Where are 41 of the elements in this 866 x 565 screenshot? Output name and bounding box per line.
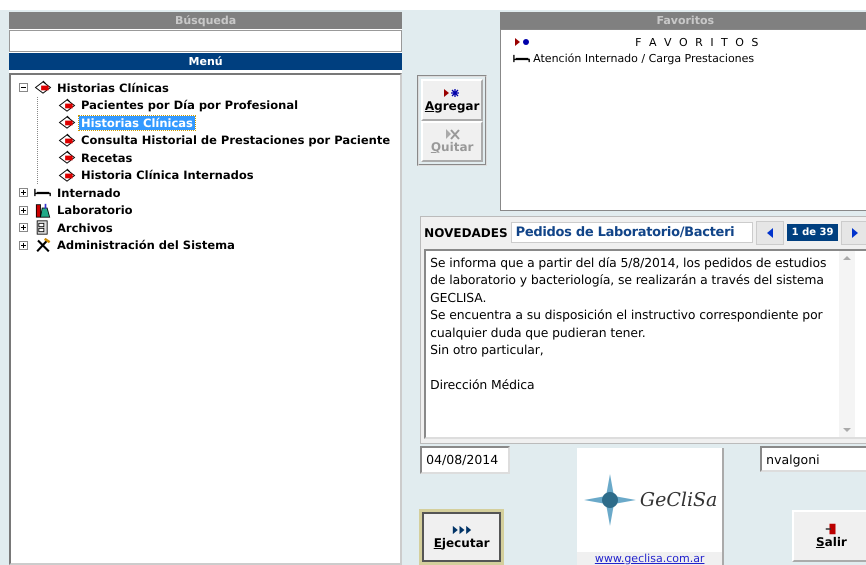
- menu-item[interactable]: Archivos: [55, 220, 115, 235]
- news-text: Sin otro particular,: [430, 341, 545, 359]
- news-text: Se encuentra a su disposición el instructivo correspondiente por cualquier duda que pudieran tener.: [430, 306, 824, 342]
- menu-item[interactable]: Administración del Sistema: [55, 238, 237, 252]
- tools-icon: [34, 238, 52, 253]
- news-title: Pedidos de Laboratorio/Bacteri: [510, 222, 753, 244]
- website-link[interactable]: www.geclisa.com.ar: [577, 552, 722, 565]
- favorites-root[interactable]: F A V O R I T O S: [635, 36, 760, 48]
- menu-item[interactable]: Laboratorio: [55, 203, 135, 218]
- next-button[interactable]: [841, 220, 866, 245]
- previous-button[interactable]: [756, 220, 784, 245]
- expand-icon[interactable]: [19, 240, 28, 250]
- add-favorite-button[interactable]: Agregar: [421, 79, 484, 120]
- expand-icon[interactable]: [19, 206, 28, 215]
- menu-item[interactable]: Pacientes por Día por Profesional: [79, 98, 300, 112]
- favorites-header: Favoritos: [500, 12, 866, 29]
- exit-button[interactable]: Salir: [792, 510, 866, 562]
- expand-icon[interactable]: [19, 223, 28, 232]
- menu-item[interactable]: Recetas: [79, 150, 134, 165]
- menu-item[interactable]: Internado: [55, 186, 123, 200]
- triple-arrow-icon: [452, 524, 472, 536]
- search-field[interactable]: [9, 30, 402, 52]
- news-label: NOVEDADES: [424, 226, 508, 240]
- date-field[interactable]: 04/08/2014: [420, 446, 510, 474]
- menu-item[interactable]: Historias Clínicas: [55, 80, 171, 95]
- favorite-item[interactable]: Atención Internado / Carga Prestaciones: [533, 52, 754, 64]
- menu-item[interactable]: Historia Clínica Internados: [79, 168, 256, 182]
- menu-item[interactable]: Consulta Historial de Prestaciones por Paciente: [79, 133, 392, 148]
- flask-icon: [34, 202, 52, 218]
- right-triangle-icon: [852, 228, 858, 238]
- menu-header: Menú: [9, 53, 402, 70]
- expand-icon[interactable]: [19, 188, 28, 198]
- news-text: Dirección Médica: [430, 376, 536, 394]
- news-counter: 1 de 39: [786, 224, 838, 242]
- left-triangle-icon: [766, 228, 773, 238]
- news-text: Se informa que a partir del día 5/8/2014, los pedidos de estudios de laboratorio y bacteriología, se realizarán a través del sistema GECLISA.: [430, 254, 828, 306]
- search-header: Búsqueda: [9, 12, 402, 29]
- collapse-icon[interactable]: [19, 83, 28, 92]
- run-button[interactable]: Ejecutar: [422, 512, 502, 562]
- logo-text: GeCliSa: [640, 489, 718, 511]
- user-field[interactable]: nvalgoni: [760, 446, 866, 472]
